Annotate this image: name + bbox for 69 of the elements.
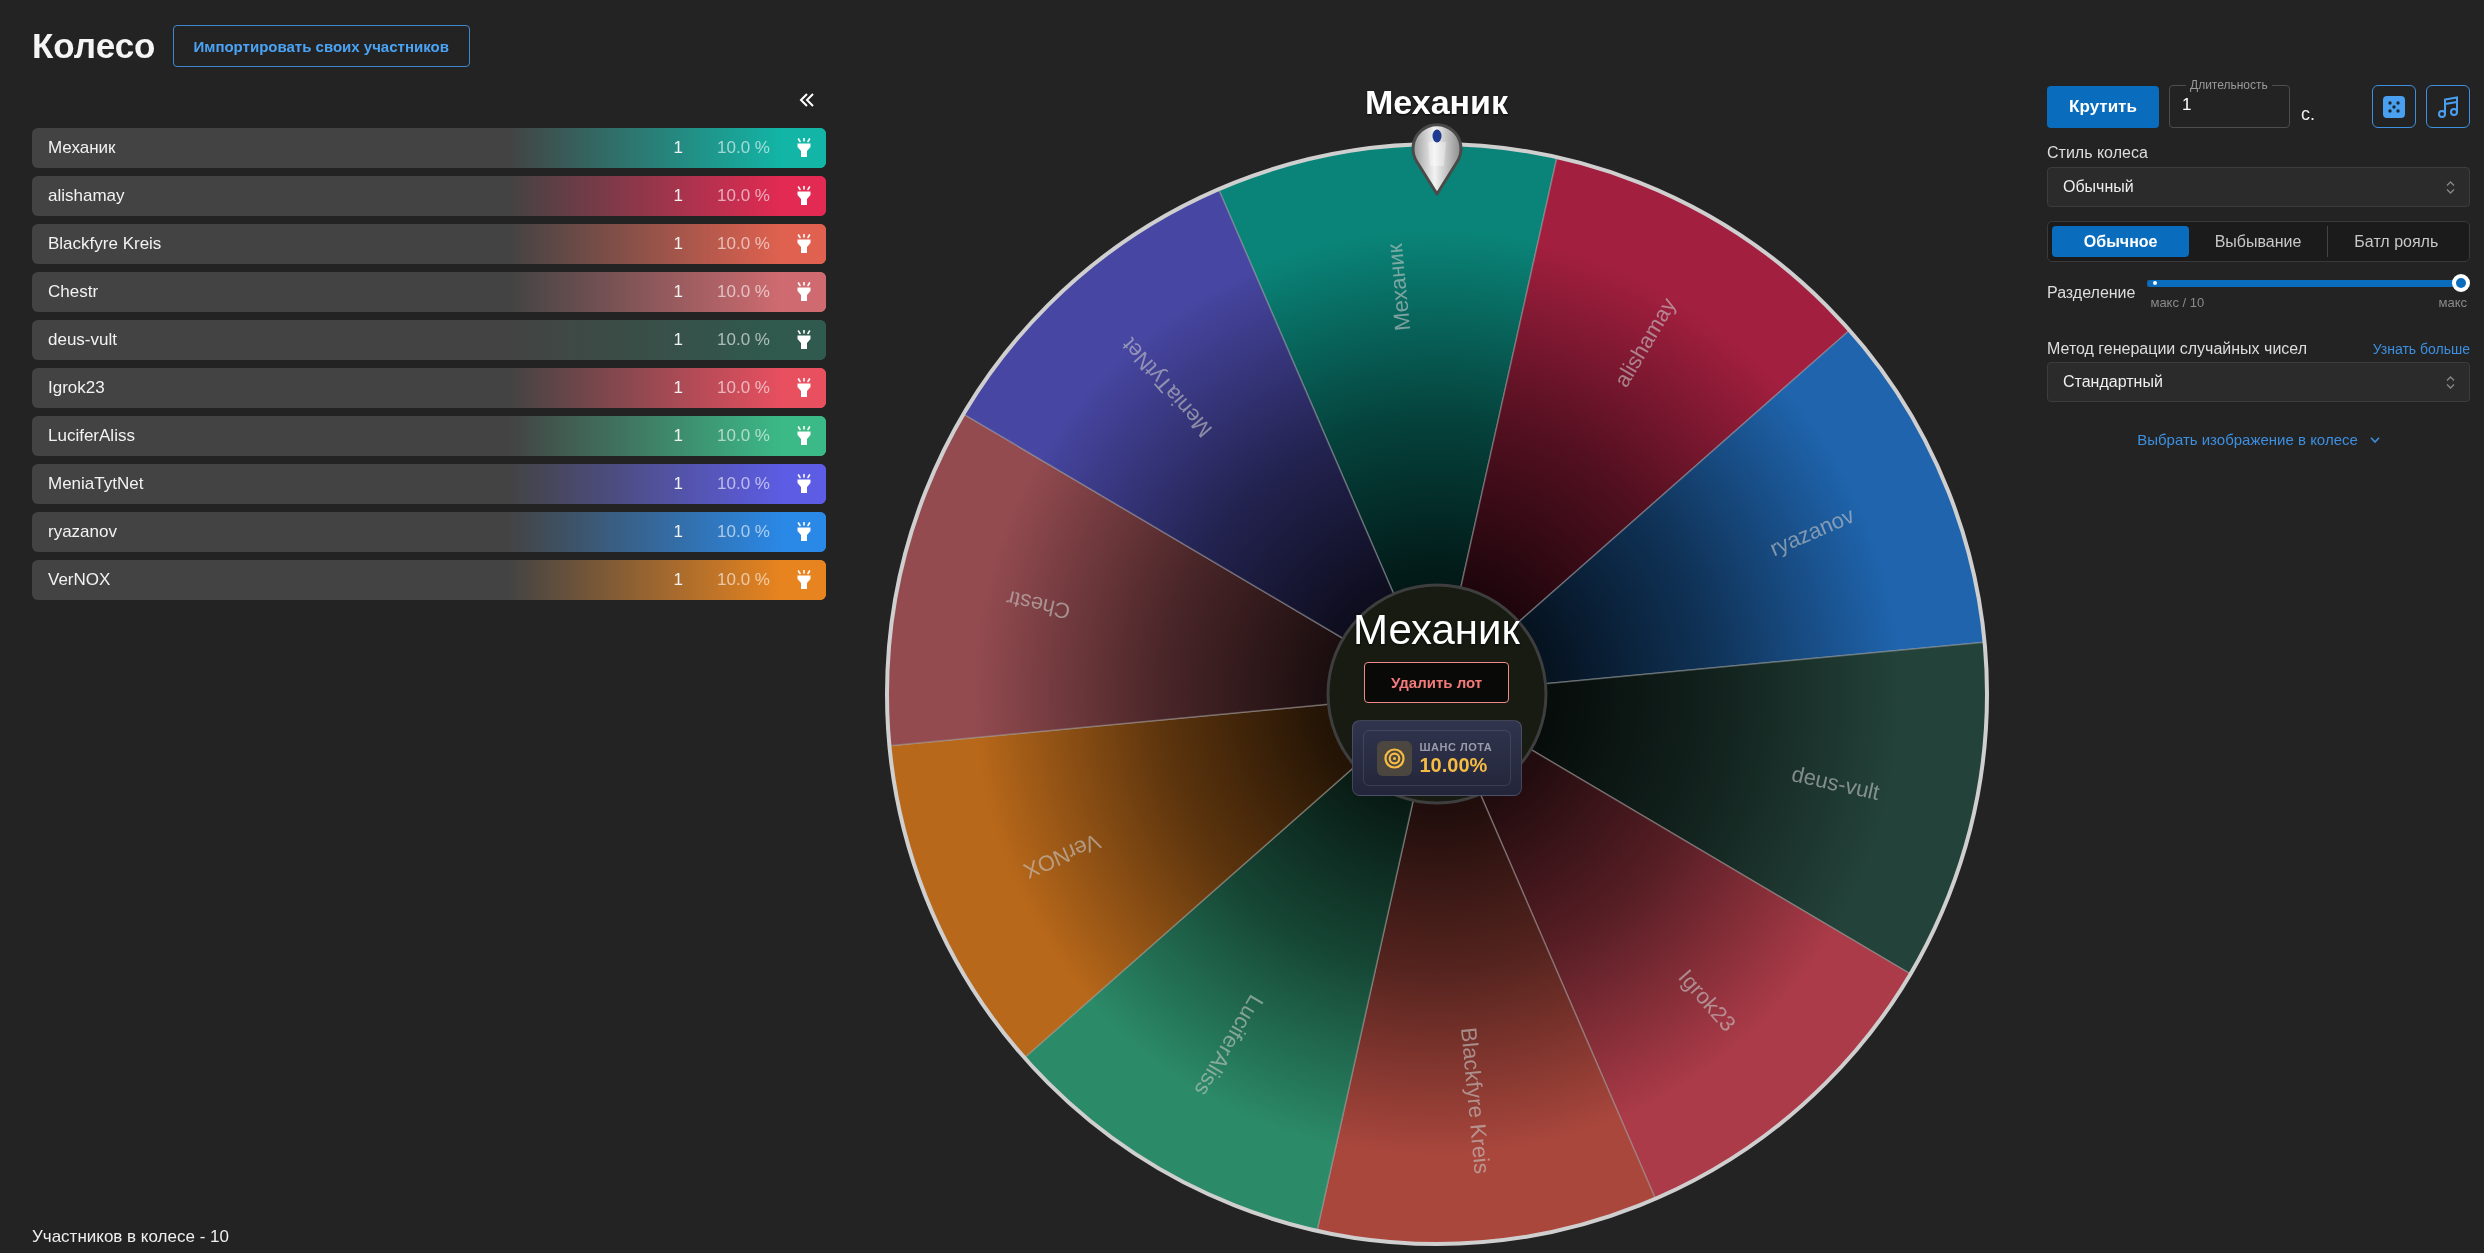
target-icon: [1376, 740, 1412, 776]
participant-name: Chestr: [48, 282, 100, 302]
dice-button[interactable]: [2372, 85, 2416, 128]
participant-name: Blackfyre Kreis: [48, 234, 163, 254]
participant-name: Igrok23: [48, 378, 106, 398]
scale-max-label: макс: [2438, 295, 2467, 311]
chance-percent: 10.0 %: [717, 282, 770, 302]
chance-percent: 10.0 %: [717, 426, 770, 446]
participant-name: deus-vult: [48, 330, 118, 350]
segment-label: Механик: [1381, 242, 1415, 332]
chance-percent: 10.0 %: [717, 330, 770, 350]
chevron-updown-icon: [2446, 179, 2455, 195]
entry-count: 1: [673, 138, 684, 158]
chance-percent: 10.0 %: [717, 186, 770, 206]
entry-count: 1: [673, 234, 684, 254]
choose-image-link[interactable]: Выбрать изображение в колесе: [2137, 430, 2380, 450]
page-title: Колесо: [32, 25, 156, 67]
mode-tab[interactable]: Выбывание: [2189, 226, 2327, 257]
participant-name: ryazanov: [48, 522, 118, 542]
entry-count: 1: [673, 474, 684, 494]
winner-title: Механик: [1364, 82, 1509, 122]
mode-tab[interactable]: Батл рояль: [2326, 226, 2465, 257]
entry-count: 1: [673, 186, 684, 206]
entry-count: 1: [673, 570, 684, 590]
participant-total: Участников в колесе - 10: [32, 1227, 230, 1248]
segment-label: Chestr: [1003, 585, 1073, 625]
tick-dot-icon: [2153, 281, 2158, 285]
dice-icon: [2383, 95, 2405, 118]
participant-name: Механик: [48, 138, 117, 158]
music-button[interactable]: [2426, 85, 2470, 128]
style-label: Стиль колеса: [2047, 143, 2149, 163]
slider-thumb[interactable]: [2452, 274, 2470, 292]
chance-label: ШАНС ЛОТА: [1419, 740, 1493, 754]
entry-count: 1: [673, 330, 684, 350]
entry-count: 1: [673, 378, 684, 398]
pointer-icon: [1411, 123, 1462, 196]
participant-name: VerNOX: [48, 570, 112, 590]
rng-label: Метод генерации случайных чисел: [2047, 339, 2307, 359]
chance-percent: 10.0 %: [717, 474, 770, 494]
segment-label: Blackfyre Kreis: [1455, 1026, 1495, 1175]
duration-field[interactable]: Длительность 1: [2169, 78, 2290, 128]
entry-count: 1: [673, 282, 684, 302]
split-label: Разделение: [2047, 282, 2136, 303]
scale-min-label: макс / 10: [2150, 295, 2205, 311]
participant-name: LuciferAliss: [48, 426, 136, 446]
double-chevron-icon[interactable]: [799, 93, 815, 107]
mode-tab[interactable]: Обычное: [2052, 226, 2190, 257]
chance-value: 10.00%: [1419, 753, 1489, 776]
delete-button[interactable]: Удалить лот: [1364, 662, 1509, 703]
selected-name: Механик: [1353, 606, 1520, 654]
entry-count: 1: [673, 426, 684, 446]
chance-percent: 10.0 %: [717, 234, 770, 254]
spin-button[interactable]: Крутить: [2047, 86, 2159, 128]
style-select[interactable]: Обычный: [2047, 167, 2470, 207]
entry-count: 1: [673, 522, 684, 542]
participant-name: MeniaTytNet: [48, 474, 145, 494]
chance-percent: 10.0 %: [717, 138, 770, 158]
rng-select[interactable]: Стандартный: [2047, 362, 2470, 402]
chance-percent: 10.0 %: [717, 522, 770, 542]
chance-percent: 10.0 %: [717, 378, 770, 398]
chevron-down-icon: [2369, 437, 2380, 443]
music-note-icon: [2437, 95, 2459, 118]
chance-percent: 10.0 %: [717, 570, 770, 590]
unit-label: с.: [2301, 104, 2315, 125]
learn-more-link[interactable]: Узнать больше: [2372, 341, 2470, 357]
import-button[interactable]: Импортировать своих участников: [172, 25, 470, 67]
segment-label: deus-vult: [1788, 761, 1882, 806]
chevron-updown-icon: [2446, 374, 2455, 390]
participant-name: alishamay: [48, 186, 126, 206]
